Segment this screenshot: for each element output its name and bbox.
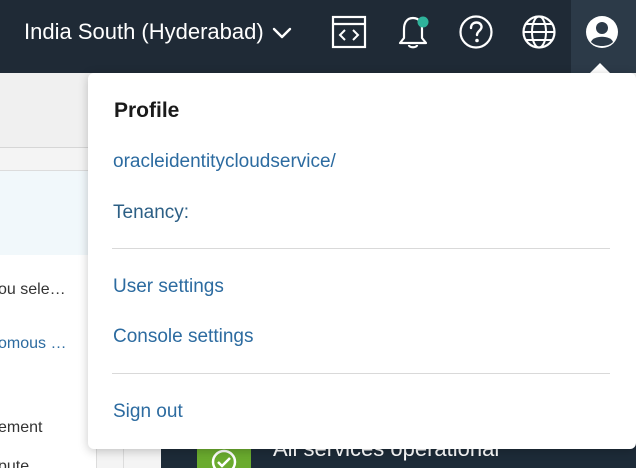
identity-link[interactable]: oracleidentitycloudservice/ — [113, 151, 336, 173]
sign-out-link[interactable]: Sign out — [113, 401, 183, 423]
background-list-item: ou sele… — [0, 281, 66, 298]
language-button[interactable] — [521, 13, 557, 51]
menu-divider — [112, 373, 610, 374]
language-globe-icon — [522, 15, 556, 49]
menu-title: Profile — [114, 99, 180, 122]
status-check-badge — [197, 446, 251, 468]
checkmark-icon — [211, 449, 237, 468]
background-page-header — [0, 73, 88, 148]
tenancy-label: Tenancy: — [113, 202, 190, 223]
help-button[interactable] — [458, 13, 494, 51]
background-list-item: omous … — [0, 335, 67, 352]
background-list-item: ement — [0, 419, 43, 436]
profile-button[interactable] — [584, 13, 620, 51]
code-editor-icon — [331, 15, 367, 49]
console-settings-link[interactable]: Console settings — [113, 326, 253, 348]
background-selected-row — [0, 171, 96, 255]
help-icon — [459, 15, 493, 49]
top-header-bar: India South (Hyderabad) — [0, 0, 636, 73]
user-settings-link[interactable]: User settings — [113, 276, 224, 298]
profile-dropdown-menu — [88, 73, 636, 449]
background-list-item: pute — [0, 458, 30, 468]
notifications-button[interactable] — [395, 13, 431, 51]
region-selector[interactable]: India South (Hyderabad) — [24, 17, 294, 47]
menu-divider — [112, 248, 610, 249]
user-profile-icon — [586, 16, 618, 48]
code-editor-button[interactable] — [331, 13, 367, 51]
notification-bell-icon — [398, 16, 429, 49]
chevron-down-icon — [272, 27, 291, 39]
region-label: India South (Hyderabad) — [24, 19, 264, 44]
